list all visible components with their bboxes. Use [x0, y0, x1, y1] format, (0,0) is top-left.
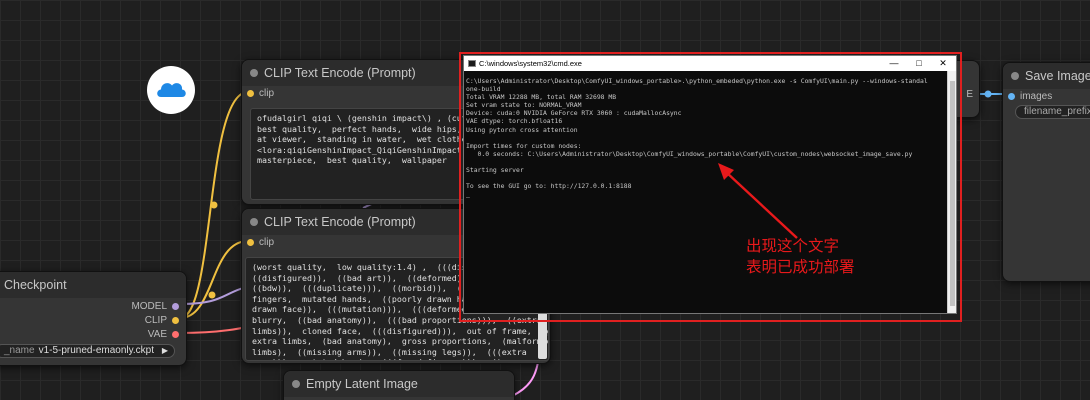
clip-socket-icon[interactable] [247, 89, 254, 97]
clip-input-port[interactable]: clip [242, 237, 274, 248]
node-title: CLIP Text Encode (Prompt) [264, 66, 416, 80]
scrollbar-thumb[interactable] [950, 81, 955, 306]
terminal-icon [468, 60, 476, 67]
cloud-icon [157, 83, 186, 97]
collapse-dot-icon[interactable] [1011, 72, 1019, 80]
clip-socket-icon[interactable] [247, 238, 254, 246]
model-output-port[interactable]: MODEL [131, 301, 184, 312]
app-logo[interactable] [147, 66, 195, 114]
prompt-textarea[interactable]: ofudalgirl qiqi \ (genshin impact\) , (c… [250, 108, 490, 200]
model-socket-icon[interactable] [172, 302, 179, 310]
clip-wire-1 [179, 91, 249, 319]
image-socket-icon[interactable] [1008, 92, 1015, 100]
clip-output-port[interactable]: CLIP [145, 315, 184, 326]
console-line: Using pytorch cross attention [466, 125, 578, 134]
arrow-right-icon[interactable]: ▶ [162, 345, 168, 357]
node-title-bar[interactable]: Empty Latent Image [284, 371, 514, 397]
widget-value: v1-5-pruned-emaonly.ckpt [38, 345, 154, 356]
ckpt-name-widget[interactable]: _name v1-5-pruned-emaonly.ckpt ▶ [0, 344, 175, 358]
console-line: Total VRAM 12288 MB, total RAM 32698 MB [466, 93, 617, 102]
minimize-button[interactable]: — [882, 56, 906, 71]
clip-socket-icon[interactable] [172, 316, 179, 324]
node-title: Save Image [1025, 69, 1090, 83]
annotation-text: 出现这个文字 表明已成功部署 [746, 236, 855, 278]
close-button[interactable]: ✕ [931, 56, 955, 71]
maximize-button[interactable]: □ [907, 56, 931, 71]
clip-text-encode-node-1[interactable]: CLIP Text Encode (Prompt) clip ofudalgir… [241, 59, 491, 205]
widget-label: _name [4, 345, 35, 356]
reroute-dot-3[interactable] [984, 90, 992, 98]
reroute-dot-1[interactable] [210, 201, 218, 209]
load-checkpoint-node[interactable]: Checkpoint MODEL CLIP VAE _name v1-5-pru… [0, 271, 187, 366]
console-line: C:\Users\Administrator\Desktop\ComfyUI_w… [466, 77, 928, 85]
vae-socket-icon[interactable] [172, 330, 179, 338]
node-title: CLIP Text Encode (Prompt) [264, 215, 416, 229]
annotation-line-1: 出现这个文字 [746, 237, 840, 255]
port-label: clip [259, 237, 275, 248]
clip-input-port[interactable]: clip [242, 88, 274, 99]
port-label: images [1020, 91, 1053, 102]
node-title-bar[interactable]: Save Image [1003, 63, 1090, 89]
console-scrollbar[interactable] [947, 71, 956, 313]
save-image-node[interactable]: Save Image images filename_prefix [1002, 62, 1090, 282]
annotation-arrow [718, 163, 798, 239]
partial-node-label: E [966, 89, 973, 100]
node-title: Checkpoint [4, 278, 67, 292]
console-line: one-build [466, 85, 501, 94]
annotation-line-2: 表明已成功部署 [746, 258, 855, 276]
port-label: CLIP [144, 315, 167, 326]
collapse-dot-icon[interactable] [250, 69, 258, 77]
empty-latent-image-node[interactable]: Empty Latent Image [283, 370, 515, 400]
console-line: VAE dtype: torch.bfloat16 [466, 117, 563, 126]
node-title-bar[interactable]: Checkpoint [0, 272, 186, 298]
node-title: Empty Latent Image [306, 377, 418, 391]
node-title-bar[interactable]: CLIP Text Encode (Prompt) [242, 60, 490, 86]
console-line: Device: cuda:0 NVIDIA GeForce RTX 3060 :… [466, 109, 682, 118]
collapse-dot-icon[interactable] [250, 218, 258, 226]
port-label: VAE [147, 329, 167, 340]
console-line: Set vram state to: NORMAL_VRAM [466, 101, 582, 110]
reroute-dot-2[interactable] [208, 291, 216, 299]
port-label: MODEL [131, 301, 167, 312]
console-line: Import times for custom nodes: [466, 141, 582, 150]
port-label: clip [259, 88, 275, 99]
filename-prefix-widget[interactable]: filename_prefix [1015, 105, 1090, 119]
widget-label: filename_prefix [1024, 106, 1090, 117]
images-input-port[interactable]: images [1003, 91, 1052, 102]
clip-wire-2 [179, 240, 249, 319]
collapse-dot-icon[interactable] [292, 380, 300, 388]
cmd-title: C:\windows\system32\cmd.exe [479, 59, 582, 68]
vae-output-port[interactable]: VAE [148, 329, 184, 340]
cmd-titlebar[interactable]: C:\windows\system32\cmd.exe — □ ✕ [464, 56, 956, 71]
